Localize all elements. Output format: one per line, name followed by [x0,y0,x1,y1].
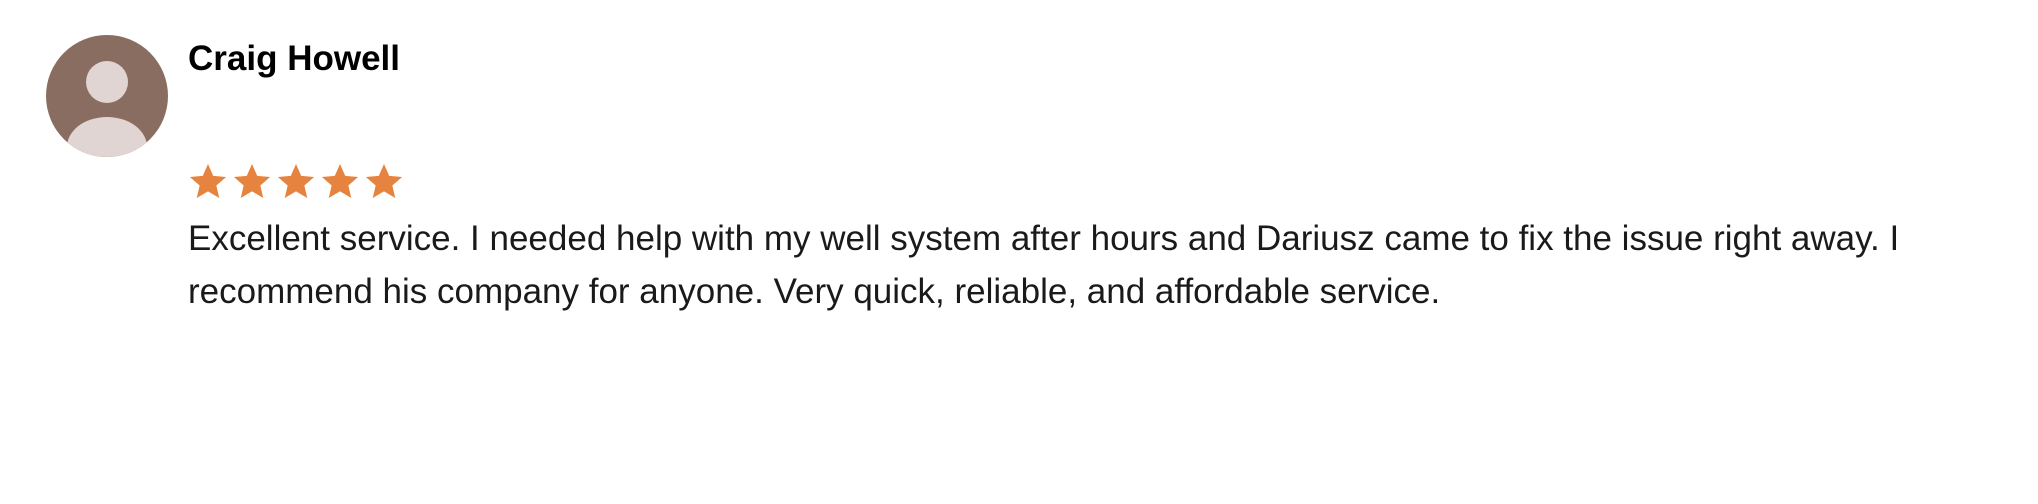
star-rating [186,158,406,206]
avatar[interactable] [46,35,168,157]
star-icon [277,164,315,199]
star-icon [233,164,271,199]
star-icon [321,164,359,199]
star-icon [365,164,403,199]
review-text: Excellent service. I needed help with my… [188,219,1900,311]
reviewer-name[interactable]: Craig Howell [188,38,400,80]
default-user-avatar-icon [67,61,147,157]
review-card: Craig Howell Excellent service. I needed… [0,0,2038,504]
star-icon [189,164,227,199]
